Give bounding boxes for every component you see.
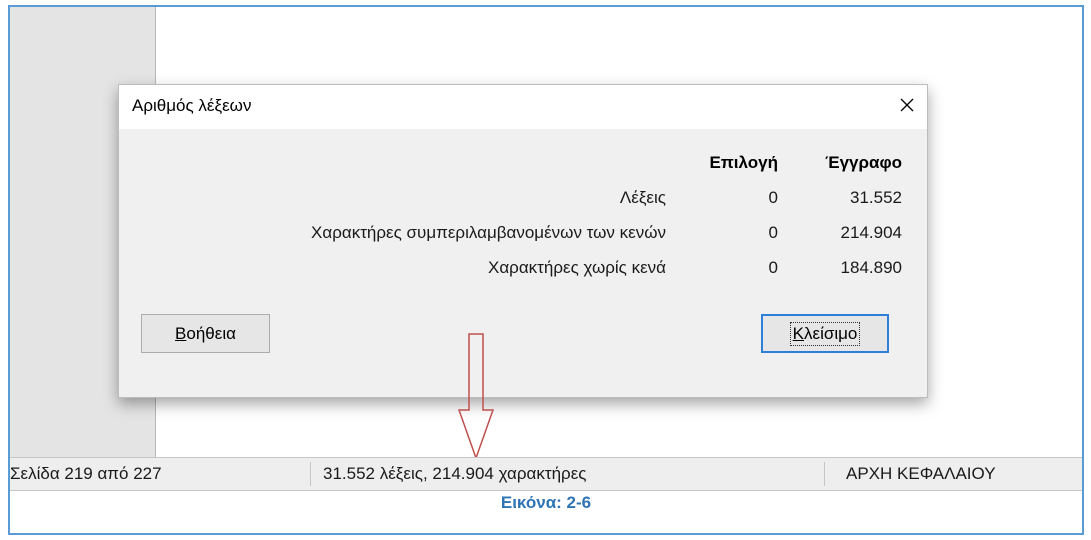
label-words: Λέξεις (619, 188, 666, 207)
close-button[interactable]: Κλείσιμο (761, 314, 889, 353)
help-button-label: Βοήθεια (175, 323, 236, 343)
help-button[interactable]: Βοήθεια (141, 314, 270, 353)
value-chars-without-spaces-selection: 0 (768, 258, 778, 277)
value-chars-with-spaces-document: 214.904 (840, 223, 902, 242)
word-count-dialog: Αριθμός λέξεων Επιλογή Έγγραφο Λέξεις 0 … (118, 84, 928, 398)
value-words-document: 31.552 (850, 188, 902, 207)
status-page-style[interactable]: ΑΡΧΗ ΚΕΦΑΛΑΙΟΥ (846, 458, 996, 490)
close-button-label: Κλείσιμο (789, 321, 861, 346)
down-arrow-icon (457, 333, 495, 461)
dialog-titlebar: Αριθμός λέξεων (119, 85, 927, 129)
status-word-count[interactable]: 31.552 λέξεις, 214.904 χαρακτήρες (323, 458, 586, 490)
column-header-document: Έγγραφο (825, 153, 902, 172)
value-chars-with-spaces-selection: 0 (768, 223, 778, 242)
status-separator (310, 462, 311, 486)
figure-frame: Αριθμός λέξεων Επιλογή Έγγραφο Λέξεις 0 … (8, 5, 1084, 535)
status-separator (824, 462, 825, 486)
statusbar: Σελίδα 219 από 227 31.552 λέξεις, 214.90… (10, 457, 1082, 491)
value-chars-without-spaces-document: 184.890 (840, 258, 902, 277)
close-window-button[interactable] (887, 85, 927, 125)
label-chars-without-spaces: Χαρακτήρες χωρίς κενά (487, 258, 666, 277)
status-page-number[interactable]: Σελίδα 219 από 227 (10, 458, 162, 490)
close-icon (900, 98, 914, 112)
value-words-selection: 0 (768, 188, 778, 207)
column-header-selection: Επιλογή (709, 153, 778, 172)
label-chars-with-spaces: Χαρακτήρες συμπεριλαμβανομένων των κενών (311, 223, 666, 242)
dialog-title: Αριθμός λέξεων (132, 96, 252, 115)
figure-caption: Εικόνα: 2-6 (500, 493, 592, 512)
